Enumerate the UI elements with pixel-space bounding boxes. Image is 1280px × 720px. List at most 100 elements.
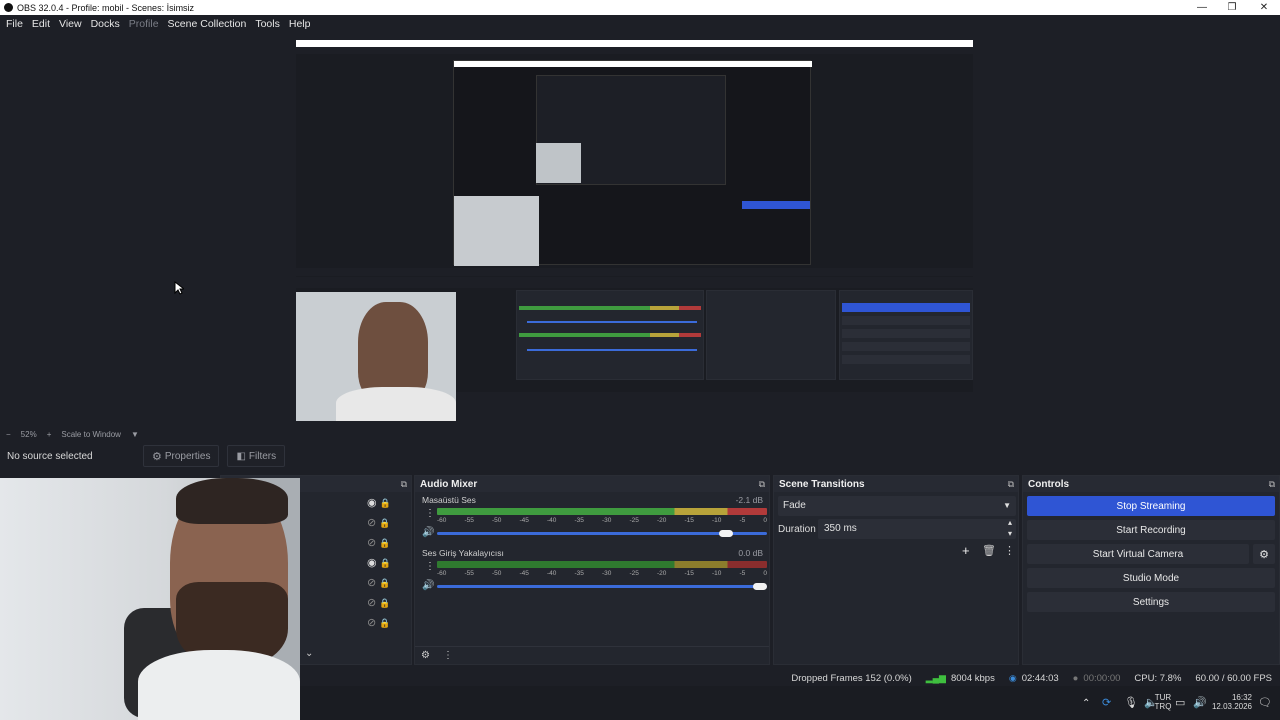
language-indicator[interactable]: TUR TRQ	[1148, 693, 1178, 711]
channel-db-mic: 0.0 dB	[738, 548, 763, 558]
gear-icon: ⚙	[152, 450, 162, 463]
close-button[interactable]: ✕	[1248, 0, 1280, 15]
virtual-camera-settings-icon[interactable]: ⚙	[1253, 544, 1275, 564]
volume-slider-handle[interactable]	[719, 530, 733, 537]
speaker-icon[interactable]: 🔊	[422, 580, 434, 591]
record-time: 00:00:00	[1083, 672, 1121, 684]
eye-hidden-icon[interactable]: ⊘ 🔒	[367, 616, 407, 636]
dock-popout-icon[interactable]: ⧉	[401, 479, 407, 490]
start-virtual-camera-button[interactable]: Start Virtual Camera	[1027, 544, 1249, 564]
scale-mode-label[interactable]: Scale to Window	[61, 430, 121, 439]
minimize-button[interactable]: —	[1186, 0, 1218, 15]
studio-mode-button[interactable]: Studio Mode	[1027, 568, 1275, 588]
monitor-icon[interactable]: ▭	[1175, 696, 1185, 709]
nested-preview	[453, 60, 812, 266]
nested-menu-bar	[296, 47, 973, 54]
menu-tools[interactable]: Tools	[255, 18, 280, 30]
mixer-menu-icon[interactable]: ⋮	[443, 650, 453, 661]
nested-audio-mixer	[516, 290, 704, 380]
eye-hidden-icon[interactable]: ⊘ 🔒	[367, 536, 407, 556]
channel-menu-icon[interactable]: ⋮	[425, 561, 435, 572]
eye-icon[interactable]: ◉ 🔒	[367, 496, 407, 516]
menu-help[interactable]: Help	[289, 18, 311, 30]
nested-controls	[839, 290, 973, 380]
audio-meter-mic	[437, 561, 767, 568]
signal-bars-icon: ▂▄▆	[925, 672, 946, 683]
zoom-out-button[interactable]: −	[6, 430, 11, 439]
nested-status-bar	[456, 392, 973, 421]
nested-webcam	[454, 196, 539, 266]
settings-button[interactable]: Settings	[1027, 592, 1275, 612]
nested-webcam-large	[296, 292, 456, 421]
zoom-in-button[interactable]: +	[47, 430, 52, 439]
nested-scene-transitions	[706, 290, 836, 380]
eye-hidden-icon[interactable]: ⊘ 🔒	[367, 596, 407, 616]
duration-label: Duration	[778, 524, 816, 535]
channel-name-mic: Ses Giriş Yakalayıcısı	[422, 548, 504, 558]
controls-title: Controls	[1028, 478, 1070, 490]
microphone-icon[interactable]: 🎙	[1124, 696, 1138, 709]
speaker-icon[interactable]: 🔊	[422, 527, 434, 538]
duration-value: 350 ms	[824, 523, 857, 534]
preview-canvas[interactable]	[296, 40, 973, 421]
stop-streaming-button[interactable]: Stop Streaming	[1027, 496, 1275, 516]
properties-button[interactable]: ⚙ Properties	[143, 445, 220, 467]
scale-mode-dropdown-icon[interactable]: ▼	[131, 430, 139, 439]
dock-popout-icon[interactable]: ⧉	[759, 479, 765, 490]
menu-scene-collection[interactable]: Scene Collection	[168, 18, 247, 30]
language-bottom: TRQ	[1154, 702, 1172, 711]
volume-slider-handle[interactable]	[753, 583, 767, 590]
volume-slider-desktop[interactable]	[437, 530, 767, 537]
meter-ticks: -60 -55 -50 -45 -40 -35 -30 -25 -20 -15 -10 -5 0	[437, 570, 767, 577]
audio-meter-desktop	[437, 508, 767, 515]
menu-profile[interactable]: Profile	[129, 18, 159, 30]
advanced-audio-icon[interactable]: ⚙	[421, 650, 430, 661]
channel-name-desktop-audio: Masaüstü Ses	[422, 495, 476, 505]
dropped-frames: Dropped Frames 152 (0.0%)	[791, 672, 912, 684]
eye-hidden-icon[interactable]: ⊘ 🔒	[367, 516, 407, 536]
stream-icon: ◉	[1008, 672, 1017, 683]
mouse-cursor-icon	[174, 281, 184, 295]
shirt-shape	[138, 650, 300, 720]
filters-button[interactable]: ◧ Filters	[227, 445, 286, 467]
add-transition-icon[interactable]: +	[962, 543, 970, 558]
chevron-down-icon: ▼	[1003, 501, 1011, 510]
maximize-button[interactable]: ❐	[1216, 0, 1248, 15]
sync-icon[interactable]: ⟳	[1102, 696, 1111, 709]
volume-slider-mic[interactable]	[437, 583, 767, 590]
chevron-down-icon[interactable]: ⌄	[305, 648, 313, 659]
dock-popout-icon[interactable]: ⧉	[1008, 479, 1014, 490]
transition-select[interactable]: Fade ▼	[778, 496, 1016, 516]
menu-view[interactable]: View	[59, 18, 82, 30]
transition-menu-icon[interactable]: ⋮	[1004, 544, 1015, 557]
clock-date: 12.03.2026	[1211, 702, 1252, 711]
nested-zoom-bar	[296, 268, 973, 276]
start-recording-button[interactable]: Start Recording	[1027, 520, 1275, 540]
cpu-usage: CPU: 7.8%	[1134, 672, 1182, 684]
eye-hidden-icon[interactable]: ⊘ 🔒	[367, 576, 407, 596]
menu-bar: File Edit View Docks Profile Scene Colle…	[0, 15, 1280, 33]
duration-input[interactable]: 350 ms ▴ ▾	[818, 517, 1016, 539]
trash-icon[interactable]: 🗑	[982, 544, 996, 557]
chevron-up-icon[interactable]: ⌃	[1082, 698, 1090, 709]
menu-docks[interactable]: Docks	[91, 18, 120, 30]
channel-menu-icon[interactable]: ⋮	[425, 508, 435, 519]
scene-transitions-header: Scene Transitions ⧉	[774, 476, 1018, 492]
scene-transitions-dock: Scene Transitions ⧉ Fade ▼ Duration 350 …	[773, 475, 1019, 665]
eye-icon[interactable]: ◉ 🔒	[367, 556, 407, 576]
spin-arrows-icon[interactable]: ▴ ▾	[1008, 517, 1012, 539]
audio-mixer-dock: Audio Mixer ⧉ Masaüstü Ses -2.1 dB ⋮ -60…	[414, 475, 770, 665]
nested-title-bar	[296, 40, 973, 47]
dock-popout-icon[interactable]: ⧉	[1269, 479, 1275, 490]
clock[interactable]: 16:32 12.03.2026	[1208, 693, 1252, 711]
stream-time: 02:44:03	[1021, 672, 1059, 684]
taskbar: ⌃ ⟳ 🎙 🔈 TUR TRQ ▭ 🔊 16:32 12.03.2026 🗨	[300, 686, 1280, 720]
speaker-tray-icon[interactable]: 🔊	[1193, 696, 1207, 709]
obs-logo-icon	[4, 3, 13, 12]
menu-edit[interactable]: Edit	[32, 18, 50, 30]
bitrate: 8004 kbps	[950, 672, 995, 684]
notification-icon[interactable]: 🗨	[1258, 696, 1272, 709]
controls-dock: Controls ⧉ Stop Streaming Start Recordin…	[1022, 475, 1280, 665]
status-bar: Dropped Frames 152 (0.0%) ▂▄▆ 8004 kbps …	[300, 670, 1280, 686]
menu-file[interactable]: File	[6, 18, 23, 30]
